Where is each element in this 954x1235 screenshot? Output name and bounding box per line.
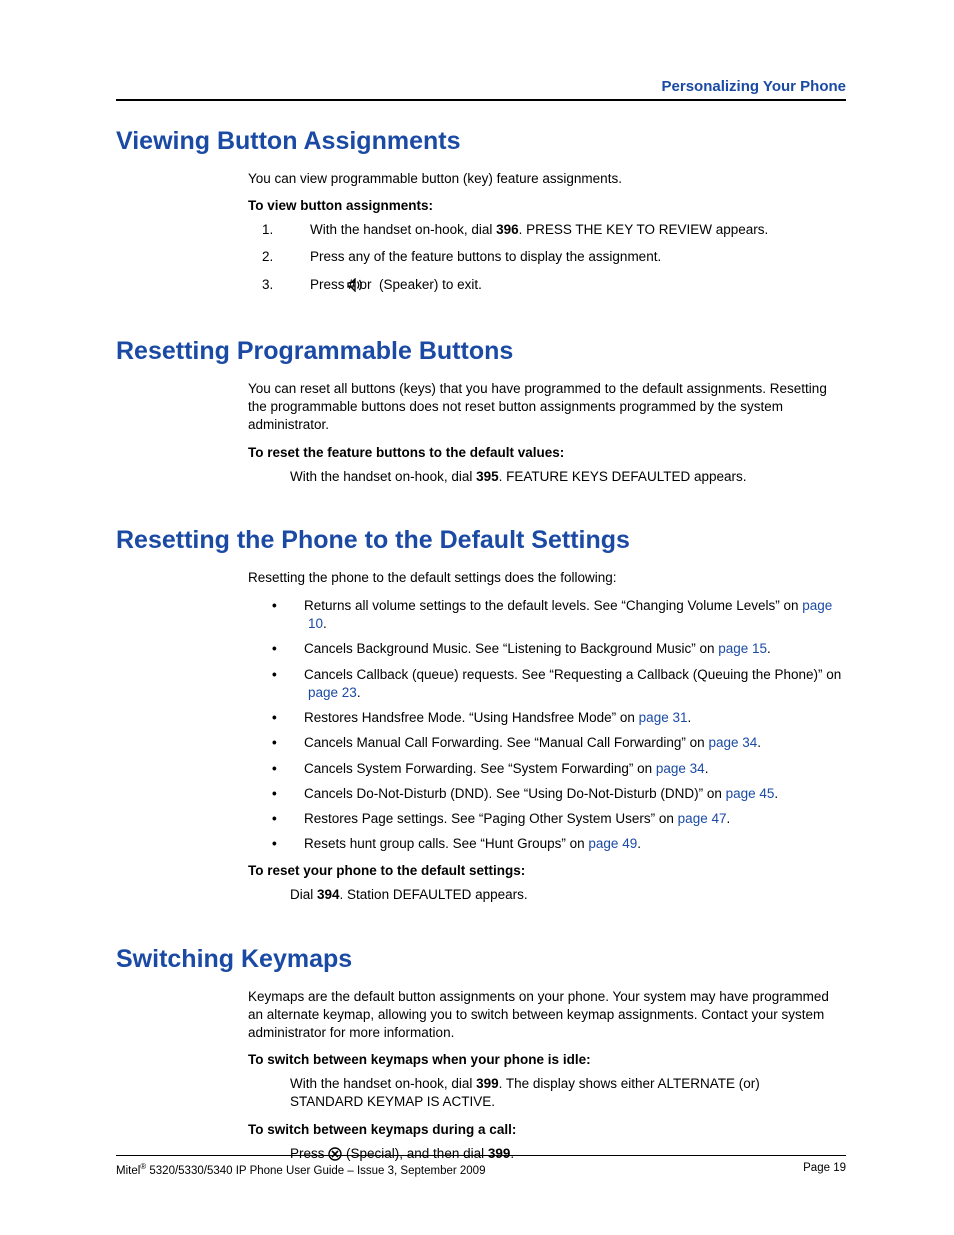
step-text: Press any of the feature buttons to disp… — [310, 249, 661, 264]
page-link[interactable]: page 45 — [726, 786, 775, 801]
list-item: Restores Handsfree Mode. “Using Handsfre… — [290, 709, 846, 727]
procedure-heading: To switch between keymaps when your phon… — [248, 1052, 846, 1067]
heading-viewing-button-assignments: Viewing Button Assignments — [116, 127, 846, 156]
section-body: You can view programmable button (key) f… — [248, 170, 846, 297]
procedure-heading: To reset your phone to the default setti… — [248, 863, 846, 878]
step-text: With the handset on-hook, dial — [310, 222, 496, 237]
section-body: You can reset all buttons (keys) that yo… — [248, 380, 846, 486]
intro-text: You can reset all buttons (keys) that yo… — [248, 380, 846, 435]
intro-text: Resetting the phone to the default setti… — [248, 569, 846, 587]
bullet-list: Returns all volume settings to the defau… — [290, 597, 846, 853]
list-item: Resets hunt group calls. See “Hunt Group… — [290, 835, 846, 853]
procedure-heading: To reset the feature buttons to the defa… — [248, 445, 846, 460]
step-text: With the handset on-hook, dial 395. FEAT… — [290, 468, 826, 486]
section-body: Resetting the phone to the default setti… — [248, 569, 846, 905]
step-item: 3.Press # or (Speaker) to exit. — [290, 276, 846, 297]
page-link[interactable]: page 15 — [718, 641, 767, 656]
procedure-heading: To view button assignments: — [248, 198, 846, 213]
intro-text: You can view programmable button (key) f… — [248, 170, 846, 188]
heading-resetting-programmable-buttons: Resetting Programmable Buttons — [116, 337, 846, 366]
page-footer: Mitel® 5320/5330/5340 IP Phone User Guid… — [116, 1155, 846, 1177]
list-item: Cancels Callback (queue) requests. See “… — [290, 666, 846, 702]
list-item: Cancels System Forwarding. See “System F… — [290, 760, 846, 778]
list-item: Returns all volume settings to the defau… — [290, 597, 846, 633]
heading-resetting-phone-default-settings: Resetting the Phone to the Default Setti… — [116, 526, 846, 555]
page-link[interactable]: page 31 — [639, 710, 688, 725]
step-text: Dial 394. Station DEFAULTED appears. — [290, 886, 826, 904]
step-text: Press — [310, 277, 348, 292]
page-link[interactable]: page 49 — [588, 836, 637, 851]
heading-switching-keymaps: Switching Keymaps — [116, 945, 846, 974]
step-item: 2.Press any of the feature buttons to di… — [290, 248, 846, 266]
document-page: Personalizing Your Phone Viewing Button … — [0, 0, 954, 1235]
procedure-heading: To switch between keymaps during a call: — [248, 1122, 846, 1137]
page-link[interactable]: page 34 — [656, 761, 705, 776]
dial-code: 394 — [317, 887, 340, 902]
list-item: Cancels Do-Not-Disturb (DND). See “Using… — [290, 785, 846, 803]
page-link[interactable]: page 47 — [678, 811, 727, 826]
list-item: Cancels Manual Call Forwarding. See “Man… — [290, 734, 846, 752]
list-item: Restores Page settings. See “Paging Othe… — [290, 810, 846, 828]
dial-code: 395 — [476, 469, 499, 484]
page-link[interactable]: page 23 — [308, 685, 357, 700]
dial-code: 396 — [496, 222, 519, 237]
page-link[interactable]: page 34 — [708, 735, 757, 750]
chapter-title: Personalizing Your Phone — [116, 78, 846, 95]
header-rule — [116, 99, 846, 101]
step-text: With the handset on-hook, dial 399. The … — [290, 1075, 826, 1111]
dial-code: 399 — [476, 1076, 499, 1091]
step-item: 1.With the handset on-hook, dial 396. PR… — [290, 221, 846, 239]
footer-rule — [116, 1155, 846, 1156]
intro-text: Keymaps are the default button assignmen… — [248, 988, 846, 1043]
footer-left: Mitel® 5320/5330/5340 IP Phone User Guid… — [116, 1162, 485, 1177]
ordered-steps: 1.With the handset on-hook, dial 396. PR… — [290, 221, 846, 297]
footer-page-number: Page 19 — [803, 1162, 846, 1177]
list-item: Cancels Background Music. See “Listening… — [290, 640, 846, 658]
step-text: (Speaker) to exit. — [375, 277, 482, 292]
step-text: . PRESS THE KEY TO REVIEW appears. — [519, 222, 769, 237]
section-body: Keymaps are the default button assignmen… — [248, 988, 846, 1166]
